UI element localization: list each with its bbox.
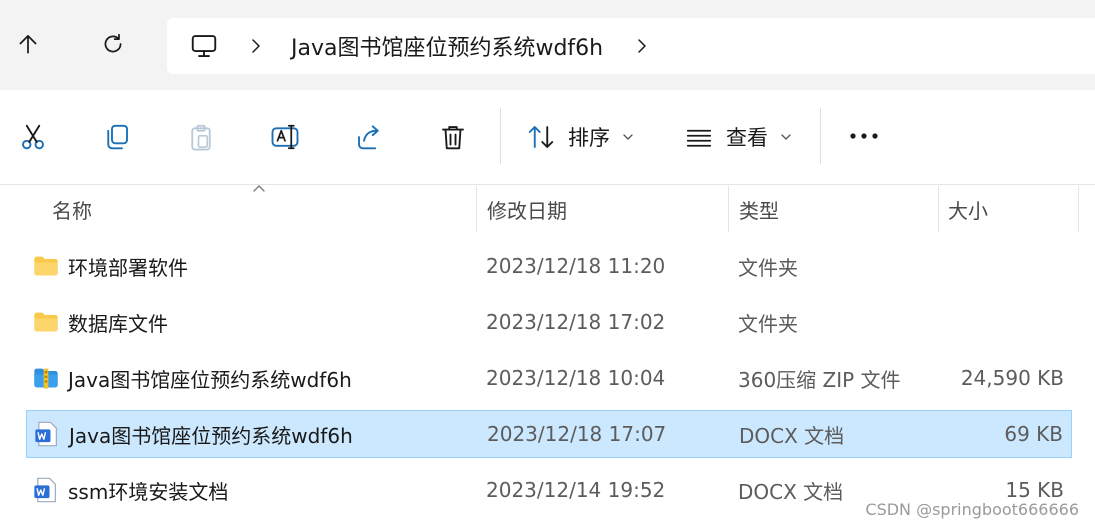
file-name: 环境部署软件	[68, 255, 188, 280]
file-type: 文件夹	[738, 255, 798, 280]
file-size: 69 KB	[1004, 422, 1063, 446]
zip-archive-icon	[34, 368, 58, 389]
share-button[interactable]	[352, 120, 386, 154]
view-label: 查看	[726, 126, 768, 150]
file-type: DOCX 文档	[738, 479, 844, 504]
up-button[interactable]	[6, 22, 50, 66]
column-header-modified[interactable]: 修改日期	[487, 186, 567, 232]
file-modified: 2023/12/18 11:20	[486, 254, 666, 278]
sort-ascending-caret-icon	[253, 185, 265, 192]
more-options-button[interactable]	[848, 124, 880, 151]
sort-label: 排序	[568, 126, 610, 150]
file-modified: 2023/12/18 17:02	[486, 310, 666, 334]
view-lines-icon	[686, 129, 712, 147]
column-header-type[interactable]: 类型	[739, 186, 779, 232]
command-bar: 排序 查看	[0, 90, 1095, 185]
column-header-name[interactable]: 名称	[52, 186, 92, 232]
file-row[interactable]: 数据库文件 2023/12/18 17:02 文件夹	[26, 298, 1072, 346]
column-divider[interactable]	[938, 186, 939, 232]
file-type: 360压缩 ZIP 文件	[738, 367, 901, 392]
address-bar-region: Java图书馆座位预约系统wdf6h	[0, 0, 1095, 90]
rename-icon	[271, 124, 299, 150]
sort-dropdown[interactable]: 排序	[526, 118, 634, 156]
file-row[interactable]: 环境部署软件 2023/12/18 11:20 文件夹	[26, 242, 1072, 290]
column-divider[interactable]	[728, 186, 729, 232]
share-icon	[358, 125, 379, 150]
cut-button[interactable]	[16, 120, 50, 154]
chevron-down-icon	[781, 134, 791, 140]
watermark-text: CSDN @springboot666666	[865, 500, 1079, 519]
arrow-up-icon	[19, 35, 37, 54]
toolbar-separator	[500, 108, 501, 164]
file-row[interactable]: Java图书馆座位预约系统wdf6h 2023/12/18 10:04 360压…	[26, 354, 1072, 402]
folder-icon	[34, 256, 58, 276]
trash-icon	[442, 126, 464, 150]
file-size: 15 KB	[1005, 478, 1064, 502]
copy-icon	[107, 124, 128, 150]
file-name: Java图书馆座位预约系统wdf6h	[69, 423, 353, 448]
column-divider[interactable]	[1078, 186, 1079, 232]
address-bar[interactable]: Java图书馆座位预约系统wdf6h	[167, 18, 1095, 74]
copy-button[interactable]	[100, 120, 134, 154]
toolbar-separator	[820, 108, 821, 164]
sort-arrows-icon	[528, 126, 554, 148]
column-header-row: 名称 修改日期 类型 大小	[0, 185, 1095, 232]
file-row-selected[interactable]: Java图书馆座位预约系统wdf6h 2023/12/18 17:07 DOCX…	[26, 410, 1072, 458]
refresh-icon	[104, 33, 122, 53]
refresh-button[interactable]	[91, 22, 135, 66]
scissors-icon	[22, 124, 44, 150]
chevron-right-icon[interactable]	[633, 37, 651, 55]
view-dropdown[interactable]: 查看	[684, 118, 792, 156]
ellipsis-icon	[850, 133, 878, 139]
file-name: ssm环境安装文档	[68, 479, 229, 504]
chevron-right-icon[interactable]	[247, 37, 265, 55]
file-modified: 2023/12/18 17:07	[487, 422, 667, 446]
clipboard-icon	[191, 124, 211, 151]
file-size: 24,590 KB	[960, 366, 1064, 390]
rename-button[interactable]	[268, 120, 302, 154]
delete-button[interactable]	[436, 120, 470, 154]
word-document-icon	[34, 477, 56, 503]
file-modified: 2023/12/18 10:04	[486, 366, 666, 390]
file-type: DOCX 文档	[739, 423, 845, 448]
paste-button[interactable]	[184, 120, 218, 154]
chevron-down-icon	[623, 134, 633, 140]
file-modified: 2023/12/14 19:52	[486, 478, 666, 502]
folder-icon	[34, 312, 58, 332]
computer-icon[interactable]	[189, 31, 219, 61]
breadcrumb-current-folder[interactable]: Java图书馆座位预约系统wdf6h	[291, 30, 603, 62]
column-divider[interactable]	[476, 186, 477, 232]
file-name: Java图书馆座位预约系统wdf6h	[68, 367, 352, 392]
file-name: 数据库文件	[68, 311, 168, 336]
file-type: 文件夹	[738, 311, 798, 336]
column-header-size[interactable]: 大小	[948, 186, 988, 232]
word-document-icon	[35, 421, 57, 447]
